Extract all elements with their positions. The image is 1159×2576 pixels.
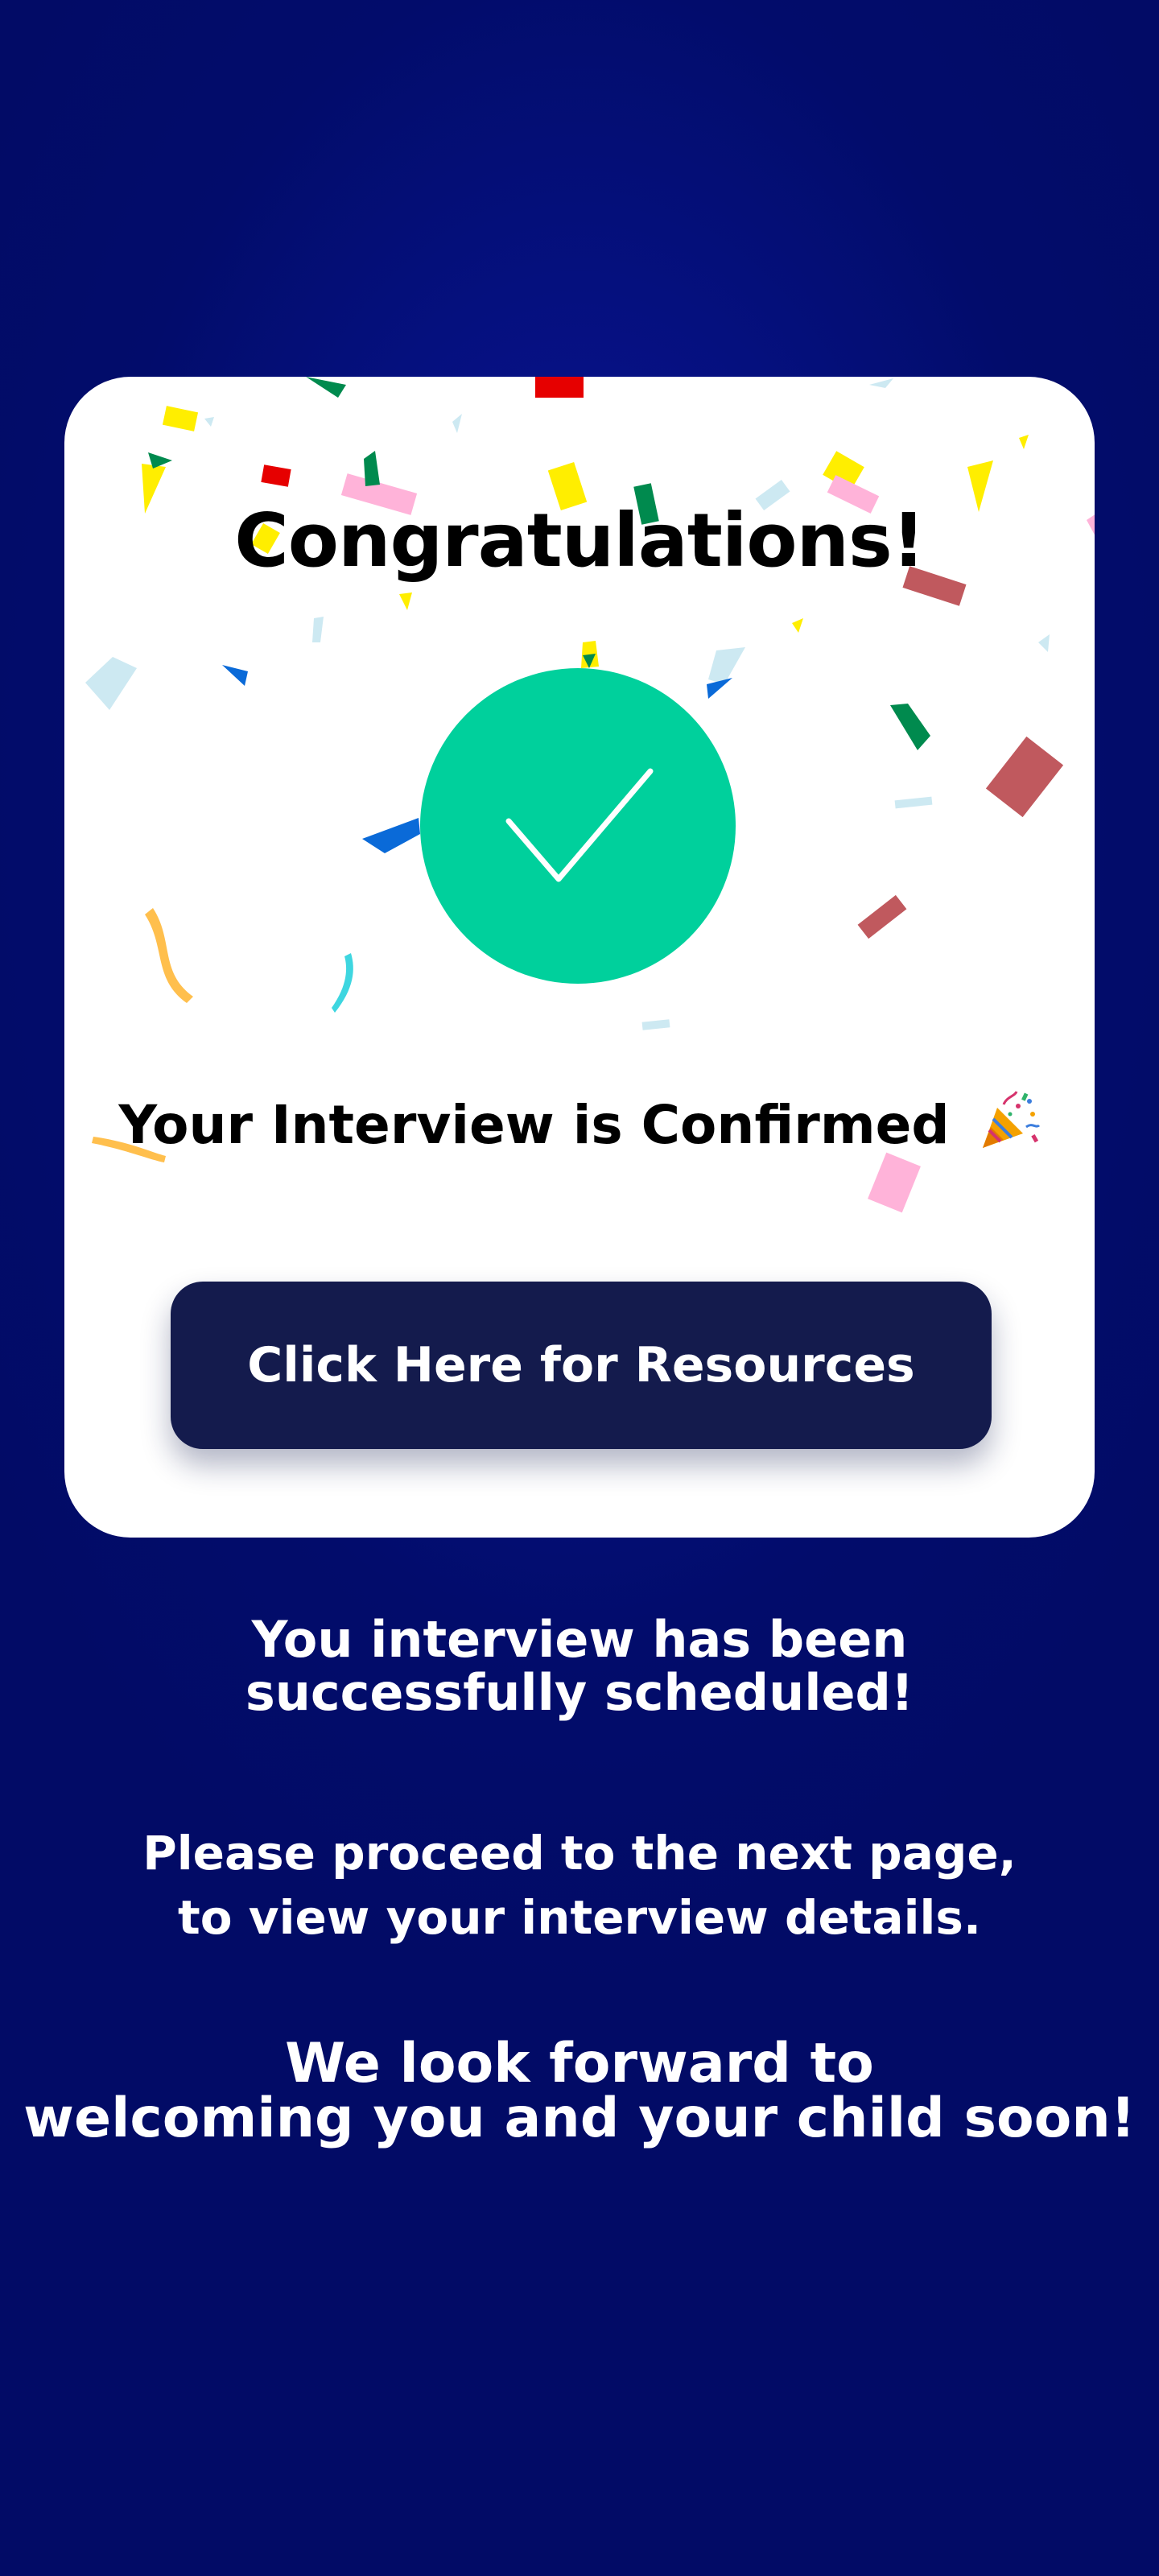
resources-button[interactable]: Click Here for Resources xyxy=(171,1282,992,1449)
welcome-message-line-2: welcoming you and your child soon! xyxy=(23,2087,1136,2150)
interview-confirmed-text: Your Interview is Confirmed xyxy=(64,1090,1095,1156)
scheduled-message: You interview has been successfully sche… xyxy=(0,1613,1159,1719)
proceed-message-line-1: Please proceed to the next page, xyxy=(142,1826,1017,1880)
scheduled-message-line-1: You interview has been xyxy=(251,1610,908,1669)
confirmation-card: Congratulations! Your Interview is Confi… xyxy=(64,377,1095,1538)
congratulations-heading: Congratulations! xyxy=(234,497,926,584)
party-popper-icon xyxy=(982,1091,1040,1148)
welcome-message-line-1: We look forward to xyxy=(285,2032,874,2095)
proceed-message: Please proceed to the next page, to view… xyxy=(0,1821,1159,1950)
proceed-message-line-2: to view your interview details. xyxy=(178,1890,981,1945)
scheduled-message-line-2: successfully scheduled! xyxy=(245,1663,914,1722)
welcome-message: We look forward to welcoming you and you… xyxy=(0,2037,1159,2146)
checkmark-circle-icon xyxy=(420,668,736,984)
confirmed-label: Your Interview is Confirmed xyxy=(118,1094,950,1156)
